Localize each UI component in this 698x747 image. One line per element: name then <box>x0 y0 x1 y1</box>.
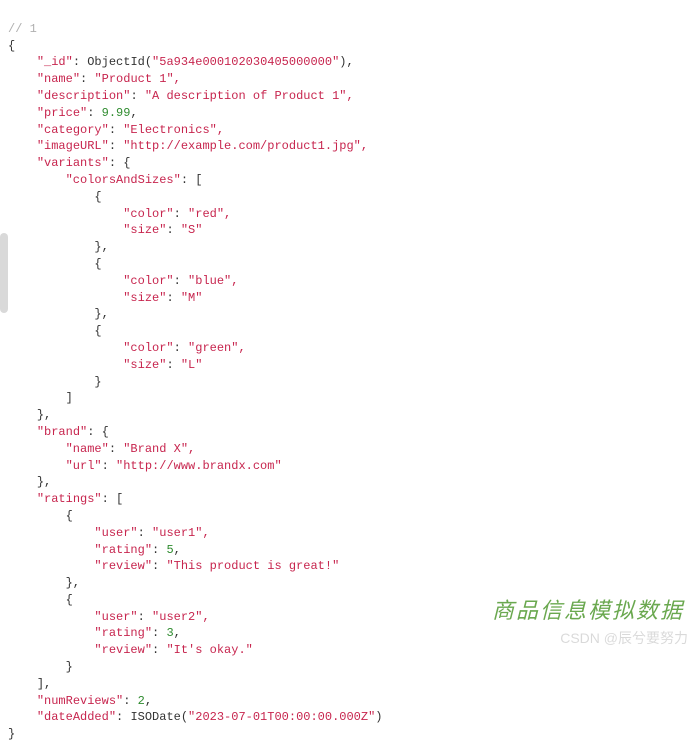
watermark-title: 商品信息模拟数据 <box>492 596 684 627</box>
scrollbar-thumb[interactable] <box>0 233 8 313</box>
comment-line: // 1 <box>8 22 37 36</box>
watermark-credit: CSDN @辰兮要努力 <box>560 629 688 649</box>
scrollbar-track[interactable] <box>0 18 8 655</box>
